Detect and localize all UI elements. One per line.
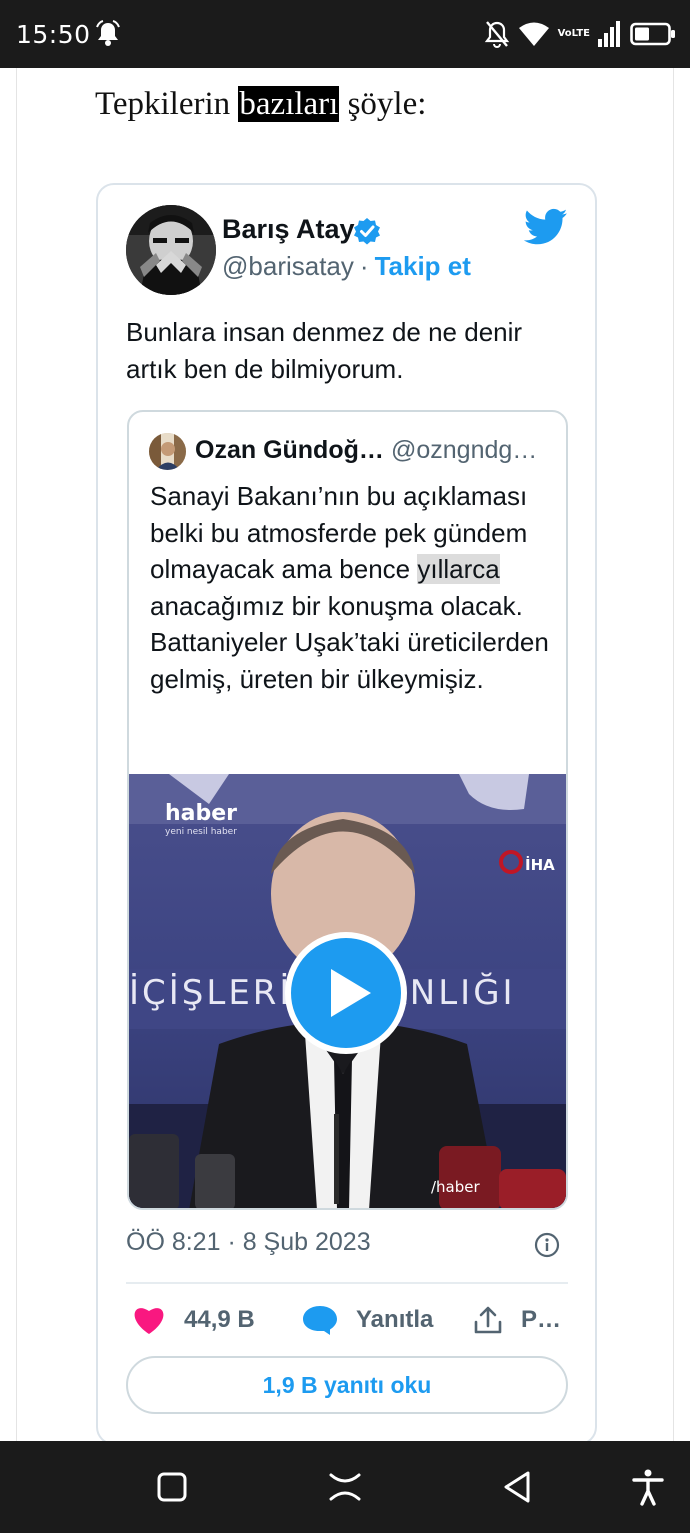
status-icons: VoLTE — [484, 18, 676, 50]
intro-text-end: şöyle: — [339, 86, 427, 122]
video-watermark-right: İHA — [525, 855, 555, 874]
selected-text[interactable]: bazıları — [238, 86, 340, 122]
article-intro-text: Tepkilerin bazıları şöyle: — [95, 86, 426, 123]
author-handle[interactable]: @barisatay — [222, 251, 354, 281]
wifi-icon — [518, 22, 549, 46]
reply-label: Yanıtla — [356, 1306, 434, 1333]
author-handle-row: @barisatay · Takip et — [222, 251, 471, 282]
reply-button[interactable]: Yanıtla — [302, 1298, 433, 1342]
video-watermark-sub: yeni nesil haber — [165, 827, 237, 837]
info-icon[interactable] — [534, 1232, 560, 1258]
quoted-text-end: anacağımız bir konuşma olacak. Battaniye… — [150, 590, 549, 694]
signal-icon — [598, 21, 620, 47]
notifications-off-icon — [484, 21, 509, 48]
embedded-tweet[interactable]: Barış Atay @barisatay · Takip et Bunlara i… — [96, 183, 597, 1441]
likes-count: 44,9 B — [184, 1306, 255, 1333]
tweet-timestamp[interactable]: ÖÖ 8:21 · 8 Şub 2023 — [126, 1228, 371, 1257]
heart-icon — [134, 1308, 164, 1334]
volte-icon: VoLTE — [557, 28, 590, 39]
quoted-tweet-text: Sanayi Bakanı’nın bu açıklaması belki bu… — [150, 478, 555, 697]
recent-apps-icon[interactable] — [152, 1467, 192, 1507]
back-icon[interactable] — [498, 1467, 538, 1507]
system-nav-bar — [0, 1441, 690, 1533]
quoted-author-avatar[interactable] — [149, 433, 186, 470]
share-label: P… — [521, 1306, 562, 1333]
quoted-author-handle[interactable]: @ozngndg… — [391, 436, 537, 465]
separator-dot: · — [359, 251, 369, 281]
video-thumbnail[interactable]: haber yeni nesil haber İHA İÇİŞLERİ BAKA… — [129, 774, 566, 1208]
battery-icon — [630, 22, 675, 46]
accessibility-icon[interactable] — [628, 1467, 668, 1507]
quoted-author-name[interactable]: Ozan Gündoğ… — [195, 436, 384, 465]
share-icon — [474, 1306, 502, 1334]
tweet-actions: 44,9 B Yanıtla P… — [126, 1298, 576, 1342]
alarm-bell-icon — [96, 20, 120, 46]
twitter-bird-icon[interactable] — [524, 208, 568, 246]
reply-bubble-icon — [303, 1306, 337, 1335]
author-avatar[interactable] — [126, 205, 216, 295]
video-watermark-left: haber — [165, 801, 237, 826]
video-social-tag: /haber — [431, 1178, 481, 1196]
read-replies-button[interactable]: 1,9 B yanıtı oku — [126, 1356, 568, 1414]
quoted-author-avatar-image — [149, 433, 186, 470]
play-button-icon[interactable] — [284, 931, 408, 1055]
share-button[interactable]: P… — [473, 1298, 561, 1342]
follow-button[interactable]: Takip et — [375, 251, 471, 281]
author-avatar-image — [126, 205, 216, 295]
quoted-tweet[interactable]: Ozan Gündoğ… @ozngndg… Sanayi Bakanı’nın… — [127, 410, 568, 1210]
tweet-text: Bunlara insan denmez de ne denir artık b… — [126, 317, 523, 384]
intro-text-start: Tepkilerin — [95, 86, 239, 122]
article-page: Tepkilerin bazıları şöyle: Barış Atay @b… — [16, 68, 674, 1441]
author-name[interactable]: Barış Atay — [222, 214, 355, 245]
like-button[interactable]: 44,9 B — [132, 1298, 255, 1342]
divider — [126, 1282, 568, 1284]
status-bar: 15:50 VoLTE — [0, 0, 690, 68]
status-time: 15:50 — [16, 20, 91, 49]
verified-badge-icon — [354, 218, 380, 245]
home-icon[interactable] — [325, 1467, 365, 1507]
quoted-text-highlight: yıllarca — [417, 554, 500, 584]
